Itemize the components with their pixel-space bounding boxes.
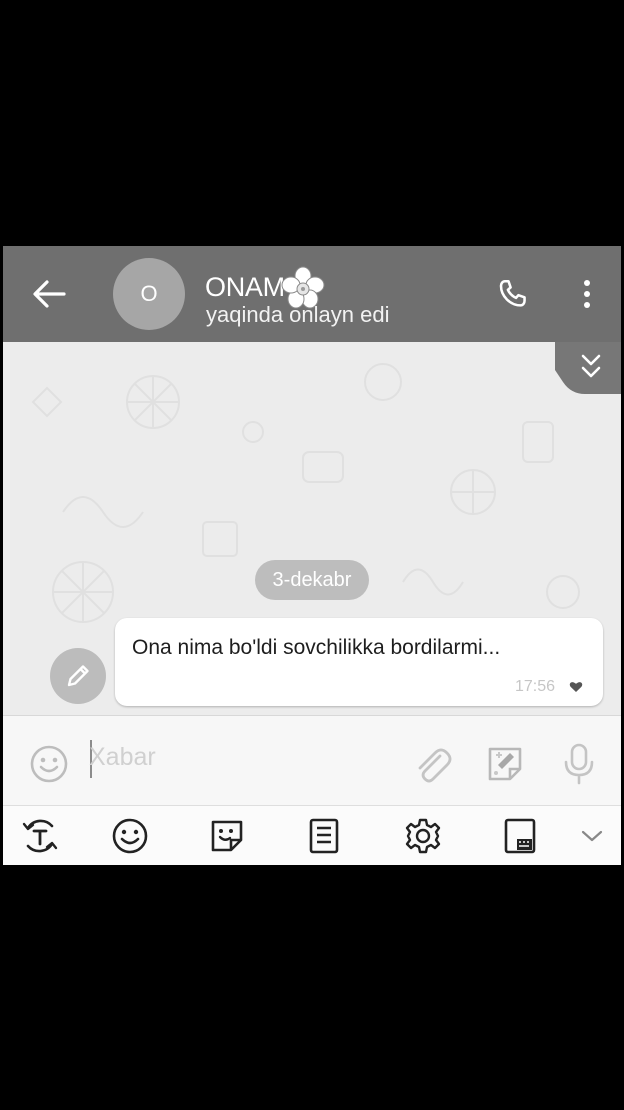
scroll-down-button[interactable]: [555, 342, 621, 394]
microphone-button[interactable]: [557, 738, 601, 790]
chat-header: O ONAM yaqinda onlayn edi: [3, 246, 621, 342]
attach-icon: [418, 748, 452, 783]
date-badge: 3-dekabr: [255, 560, 369, 600]
message-input[interactable]: [87, 736, 391, 778]
collapse-keyboard-button[interactable]: [570, 814, 614, 858]
message-time: 17:56: [514, 678, 555, 695]
more-vert-icon: [584, 280, 590, 308]
emoji-button[interactable]: [25, 740, 73, 788]
message-input-bar: [3, 715, 621, 806]
more-options-button[interactable]: [569, 272, 605, 316]
emoji-icon: [30, 745, 68, 783]
translate-button[interactable]: [18, 814, 62, 858]
double-chevron-down-icon: [555, 342, 621, 394]
back-button[interactable]: [23, 272, 75, 316]
attach-button[interactable]: [408, 738, 456, 790]
pencil-icon: [67, 665, 89, 687]
keyboard-mode-button[interactable]: [498, 814, 542, 858]
sticker-icon: [488, 747, 522, 781]
heart-icon: [569, 682, 583, 692]
avatar[interactable]: O: [113, 258, 185, 330]
clipboard-icon: [309, 818, 339, 854]
chevron-down-icon: [581, 830, 603, 842]
avatar-letter: O: [140, 281, 158, 306]
message-bubble[interactable]: Ona nima bo'ldi sovchilikka bordilarmi..…: [115, 618, 603, 706]
phone-icon: [499, 279, 526, 307]
emoji-icon: [112, 818, 148, 854]
chat-title-text: ONAM: [205, 271, 285, 302]
sticker-icon: [211, 820, 243, 852]
keyboard-settings-button[interactable]: [401, 814, 445, 858]
sticker-button[interactable]: [481, 738, 529, 790]
keyboard-sticker-button[interactable]: [205, 814, 249, 858]
call-button[interactable]: [489, 272, 537, 316]
keyboard-icon: [504, 818, 536, 854]
back-arrow-icon: [33, 280, 66, 308]
settings-icon: [405, 818, 441, 854]
keyboard-toolbar: [3, 805, 621, 865]
keyboard-emoji-button[interactable]: [108, 814, 152, 858]
clipboard-button[interactable]: [302, 814, 346, 858]
message-text: Ona nima bo'ldi sovchilikka bordilarmi..…: [132, 636, 501, 659]
chat-screen: O ONAM yaqinda onlayn edi 3-dekabr Ona n…: [3, 246, 621, 865]
translate-icon: [22, 819, 58, 853]
message-list[interactable]: 3-dekabr Ona nima bo'ldi sovchilikka bor…: [3, 342, 621, 715]
edit-message-button[interactable]: [50, 648, 106, 704]
chat-status: yaqinda onlayn edi: [206, 302, 390, 327]
microphone-icon: [564, 743, 594, 785]
